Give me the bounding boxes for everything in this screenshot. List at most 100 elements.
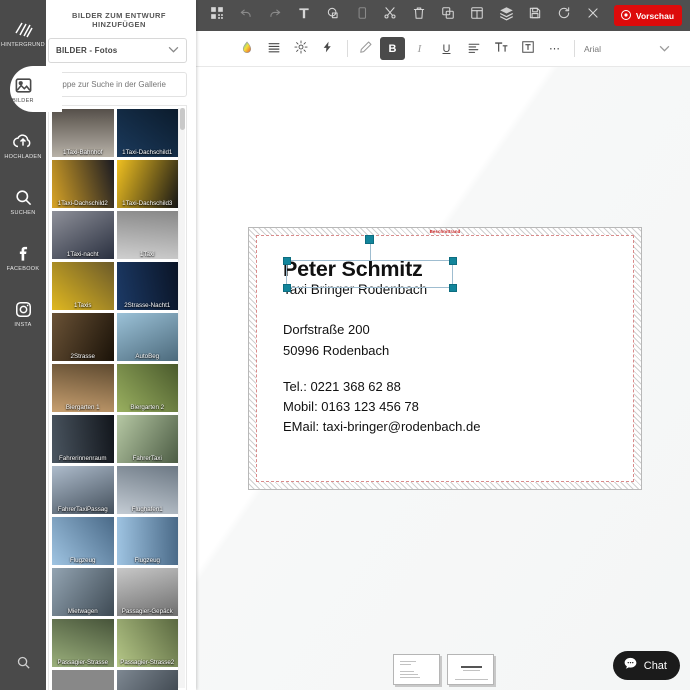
- thumbnail-label: Passagier-Strasse: [57, 659, 109, 666]
- gallery-thumbnail[interactable]: [52, 670, 114, 690]
- align-top-button[interactable]: [464, 3, 490, 29]
- align-left-icon: [467, 41, 481, 57]
- chevron-down-icon: [659, 44, 670, 54]
- gallery-thumbnail[interactable]: Flugzeug: [116, 517, 178, 565]
- zoom-button[interactable]: [0, 648, 46, 682]
- save-button[interactable]: [522, 3, 548, 29]
- close-button[interactable]: [580, 3, 606, 29]
- gallery-thumbnail[interactable]: FahrerTaxi: [116, 415, 178, 463]
- font-size-button[interactable]: [488, 37, 513, 60]
- gallery-thumbnail[interactable]: Flughafen1: [116, 466, 178, 514]
- text-box-button[interactable]: [515, 37, 540, 60]
- align-left-button[interactable]: [461, 37, 486, 60]
- thumbnail-image: [116, 670, 178, 690]
- gallery-scrollbar[interactable]: [178, 108, 185, 688]
- facebook-icon: [14, 242, 33, 264]
- sidebar-item-suchen[interactable]: SUCHEN: [0, 178, 46, 224]
- italic-icon: I: [417, 42, 422, 55]
- sidebar-item-facebook[interactable]: FACEBOOK: [0, 234, 46, 280]
- card-contact-block[interactable]: Tel.: 0221 368 62 88 Mobil: 0163 123 456…: [283, 377, 607, 437]
- layers-button[interactable]: [493, 3, 519, 29]
- card-name-text[interactable]: Peter Schmitz: [283, 258, 607, 281]
- chat-button[interactable]: Chat: [612, 651, 680, 680]
- scrollbar-thumb[interactable]: [180, 108, 185, 130]
- card-address-block[interactable]: Dorfstraße 200 50996 Rodenbach: [283, 320, 607, 360]
- text-button[interactable]: [291, 3, 317, 29]
- refresh-button[interactable]: [551, 3, 577, 29]
- image-icon: [14, 74, 33, 96]
- gallery-category-select[interactable]: BILDER - Fotos: [48, 38, 187, 63]
- gallery-thumbnail[interactable]: 1Taxi-Dachschild2: [52, 160, 114, 208]
- copy-button[interactable]: [349, 3, 375, 29]
- bold-button[interactable]: B: [380, 37, 405, 60]
- brightness-button[interactable]: [288, 37, 313, 60]
- contact-line: EMail: taxi-bringer@rodenbach.de: [283, 419, 481, 434]
- effects-icon: [321, 40, 334, 57]
- hatch-pattern-icon: [14, 18, 33, 40]
- gallery-thumbnail[interactable]: Biergarten 2: [116, 364, 178, 412]
- preview-button[interactable]: Vorschau: [613, 5, 683, 26]
- color-drop-icon: [240, 40, 254, 58]
- gallery-thumbnail[interactable]: Fahrerinnenraum: [52, 415, 114, 463]
- gallery-thumbnail[interactable]: 1Taxi-Bahnhof: [52, 109, 114, 157]
- gallery-thumbnail[interactable]: 2Strasse: [52, 313, 114, 361]
- gallery-thumbnail[interactable]: 1Taxi-Dachschild1: [116, 109, 178, 157]
- gallery-thumbnail[interactable]: 1Taxis: [52, 262, 114, 310]
- sidebar-item-instagram[interactable]: INSTA: [0, 290, 46, 336]
- trash-button[interactable]: [406, 3, 432, 29]
- search-icon: [14, 186, 33, 208]
- search-input[interactable]: [56, 80, 179, 89]
- page-thumb-back[interactable]: [446, 653, 494, 685]
- effects-button[interactable]: [315, 37, 340, 60]
- italic-button[interactable]: I: [407, 37, 432, 60]
- color-drop-button[interactable]: [234, 37, 259, 60]
- more-options-button[interactable]: ⋯: [542, 37, 567, 60]
- gallery-thumbnail[interactable]: Flugzeug: [52, 517, 114, 565]
- gallery-thumbnail[interactable]: Passagier-Strasse2: [116, 619, 178, 667]
- sidebar-item-hintergrund[interactable]: HINTERGRUND: [0, 10, 46, 56]
- thumbnail-label: Flugzeug: [70, 557, 96, 564]
- shape-button[interactable]: [320, 3, 346, 29]
- qr-code-button[interactable]: [204, 3, 230, 29]
- chat-bubble-icon: [623, 656, 638, 676]
- more-options-icon: ⋯: [549, 43, 560, 55]
- gallery-thumbnail[interactable]: 1Taxi-nacht: [52, 211, 114, 259]
- gallery-thumbnail[interactable]: 1Taxi: [116, 211, 178, 259]
- pencil-button[interactable]: [353, 37, 378, 60]
- cut-button[interactable]: [378, 3, 404, 29]
- page-thumb-front[interactable]: [392, 653, 440, 685]
- upload-cloud-icon: [13, 130, 33, 152]
- gallery-thumbnail[interactable]: AutoBeg: [116, 313, 178, 361]
- duplicate-button[interactable]: [435, 3, 461, 29]
- line-spacing-button[interactable]: [261, 37, 286, 60]
- line-spacing-icon: [267, 41, 281, 57]
- gallery-thumbnail[interactable]: 2Strasse-Nacht1: [116, 262, 178, 310]
- undo-button[interactable]: [233, 3, 259, 29]
- text-box-icon: [521, 40, 535, 57]
- redo-button[interactable]: [262, 3, 288, 29]
- gallery-thumbnail[interactable]: Biergarten 1: [52, 364, 114, 412]
- gallery-thumbnail[interactable]: Passagier-Gepäck: [116, 568, 178, 616]
- brightness-icon: [293, 40, 308, 57]
- thumbnail-image: [52, 670, 114, 690]
- sidebar-item-bilder[interactable]: BILDER: [0, 66, 62, 112]
- card-safe-area: Peter Schmitz Taxi Bringer Rodenbach Dor…: [256, 235, 634, 482]
- address-line: 50996 Rodenbach: [283, 342, 390, 358]
- thumbnail-label: Flugzeug: [134, 557, 160, 564]
- gallery-search-box[interactable]: [48, 72, 187, 97]
- gallery-thumbnail[interactable]: Passagier-Strasse: [52, 619, 114, 667]
- gallery-thumbnail[interactable]: [116, 670, 178, 690]
- sidebar-label: HINTERGRUND: [1, 42, 45, 48]
- gallery-thumbnail[interactable]: 1Taxi-Dachschild3: [116, 160, 178, 208]
- card-subtitle-text[interactable]: Taxi Bringer Rodenbach: [283, 282, 607, 299]
- thumbnail-label: Mietwagen: [67, 608, 98, 615]
- font-family-select[interactable]: Arial: [584, 44, 670, 54]
- sidebar-item-hochladen[interactable]: HOCHLADEN: [0, 122, 46, 168]
- business-card[interactable]: Beschnittrand Peter Schmitz Taxi Bringer…: [248, 227, 642, 490]
- gallery-thumbnail[interactable]: FahrerTaxiPassag: [52, 466, 114, 514]
- thumbnail-label: 1Taxi: [140, 251, 155, 258]
- rotate-handle[interactable]: [365, 235, 374, 244]
- gallery-thumbnail[interactable]: Mietwagen: [52, 568, 114, 616]
- canvas-area[interactable]: Beschnittrand Peter Schmitz Taxi Bringer…: [196, 67, 690, 690]
- underline-button[interactable]: U: [434, 37, 459, 60]
